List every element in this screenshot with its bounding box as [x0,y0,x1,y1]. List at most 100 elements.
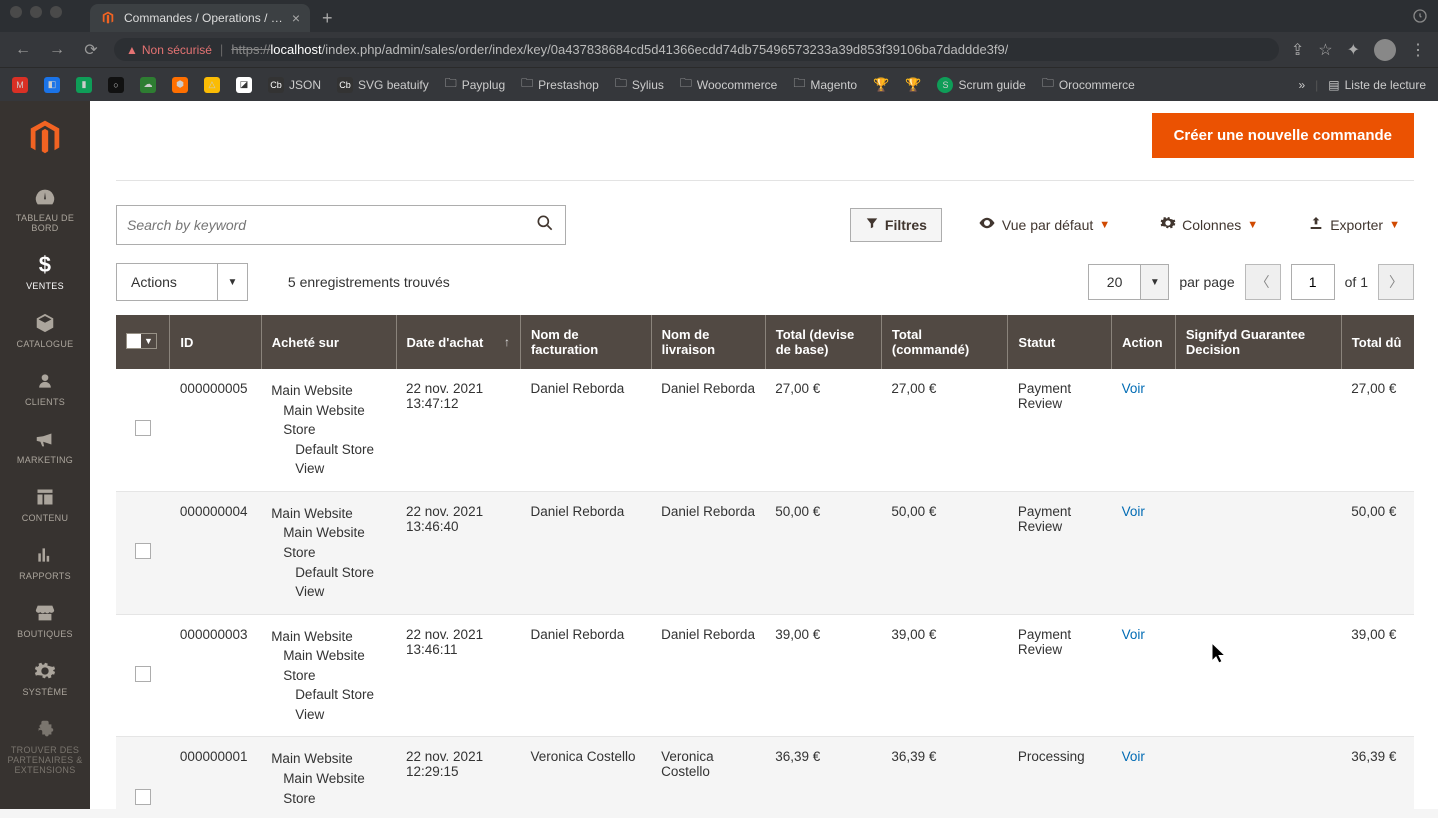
bookmark-folder[interactable]: 🗀Magento [793,74,857,95]
traffic-light-close[interactable] [10,6,22,18]
sidebar-item-label: CONTENU [22,513,69,523]
view-link[interactable]: Voir [1122,627,1145,642]
traffic-light-min[interactable] [30,6,42,18]
sidebar-item-label: TROUVER DES PARTENAIRES & EXTENSIONS [4,745,86,775]
sidebar-item-dollar[interactable]: $VENTES [0,243,90,301]
sidebar-item-stores[interactable]: BOUTIQUES [0,591,90,649]
bookmark-folder[interactable]: 🗀Payplug [445,74,505,95]
view-link[interactable]: Voir [1122,504,1145,519]
bookmark-item[interactable]: 🏆 [905,77,921,93]
cell-date: 22 nov. 2021 12:29:15 [396,737,520,809]
sidebar-item-bars[interactable]: RAPPORTS [0,533,90,591]
table-row[interactable]: 000000003Main WebsiteMain Website StoreD… [116,614,1414,737]
row-checkbox[interactable] [135,420,151,436]
sidebar-item-puzzle[interactable]: TROUVER DES PARTENAIRES & EXTENSIONS [0,707,90,785]
page-input[interactable] [1291,264,1335,300]
browser-tab[interactable]: Commandes / Operations / Sal × [90,4,310,32]
records-found: 5 enregistrements trouvés [288,274,450,290]
col-id[interactable]: ID [170,315,261,369]
bookmark-item[interactable]: 🏆 [873,77,889,93]
cell-id: 000000004 [170,491,261,614]
prev-page-button[interactable]: 〈 [1245,264,1281,300]
back-icon[interactable]: ← [12,39,34,61]
bookmark-folder[interactable]: 🗀Prestashop [521,74,599,95]
bookmark-item[interactable]: M [12,77,28,93]
col-total-base[interactable]: Total (devise de base) [765,315,881,369]
funnel-icon [865,216,879,234]
cell-due: 50,00 € [1341,491,1414,614]
per-page-dropdown[interactable]: 20 ▼ [1088,264,1170,300]
col-purchase-date[interactable]: Date d'achat↑ [396,315,520,369]
col-action[interactable]: Action [1112,315,1176,369]
share-icon[interactable]: ⇪ [1291,40,1304,60]
url-bar[interactable]: ▲ Non sécurisé | https://localhost/index… [114,38,1279,61]
main-content: Créer une nouvelle commande Filtres [90,101,1438,809]
table-row[interactable]: 000000004Main WebsiteMain Website StoreD… [116,491,1414,614]
row-checkbox[interactable] [135,789,151,805]
sidebar-item-layout[interactable]: CONTENU [0,475,90,533]
export-label: Exporter [1330,217,1383,233]
filters-button[interactable]: Filtres [850,208,942,242]
kebab-menu-icon[interactable]: ⋮ [1410,40,1426,60]
bookmark-item[interactable]: ⬢ [172,77,188,93]
mass-actions-dropdown[interactable]: Actions ▼ [116,263,248,301]
reload-icon[interactable]: ⟳ [80,39,102,61]
bookmark-item[interactable]: ☁ [140,77,156,93]
row-checkbox[interactable] [135,543,151,559]
col-purchase-point[interactable]: Acheté sur [261,315,396,369]
new-tab-button[interactable]: + [322,8,333,29]
columns-button[interactable]: Colonnes ▼ [1146,208,1272,242]
search-input[interactable] [127,217,535,233]
sidebar-item-person[interactable]: CLIENTS [0,359,90,417]
view-link[interactable]: Voir [1122,381,1145,396]
reading-list-button[interactable]: ▤ Liste de lecture [1328,78,1426,92]
view-link[interactable]: Voir [1122,749,1145,764]
sidebar-item-label: VENTES [26,281,64,291]
bookmark-item[interactable]: CbSVG beatuify [337,77,429,93]
select-all-header[interactable]: ▼ [116,315,170,369]
table-row[interactable]: 000000001Main WebsiteMain Website StoreD… [116,737,1414,809]
bookmark-item[interactable]: ○ [108,77,124,93]
col-total-due[interactable]: Total dû [1341,315,1414,369]
bookmark-item[interactable]: CbJSON [268,77,321,93]
bookmark-folder[interactable]: 🗀Orocommerce [1042,74,1135,95]
create-order-button[interactable]: Créer une nouvelle commande [1152,113,1414,158]
profile-avatar[interactable] [1374,39,1396,61]
search-box[interactable] [116,205,566,245]
row-checkbox[interactable] [135,666,151,682]
col-bill-to[interactable]: Nom de facturation [520,315,651,369]
col-status[interactable]: Statut [1008,315,1112,369]
bookmark-item[interactable]: SScrum guide [937,77,1025,93]
sidebar-item-gear[interactable]: SYSTÈME [0,649,90,707]
forward-icon[interactable]: → [46,39,68,61]
cell-status: Payment Review [1008,369,1112,491]
extensions-icon[interactable]: ✦ [1347,40,1360,60]
col-ship-to[interactable]: Nom de livraison [651,315,765,369]
export-button[interactable]: Exporter ▼ [1294,208,1414,242]
magento-logo-icon[interactable] [26,119,64,157]
tab-close-icon[interactable]: × [292,10,300,26]
star-icon[interactable]: ☆ [1318,40,1332,60]
traffic-light-max[interactable] [50,6,62,18]
bookmark-item[interactable]: ▮ [76,77,92,93]
next-page-button[interactable]: 〉 [1378,264,1414,300]
sidebar-item-cube[interactable]: CATALOGUE [0,301,90,359]
sidebar-item-megaphone[interactable]: MARKETING [0,417,90,475]
table-row[interactable]: 000000005Main WebsiteMain Website StoreD… [116,369,1414,491]
folder-icon: 🗀 [1042,74,1054,95]
bookmark-item[interactable]: △ [204,77,220,93]
chrome-menu-icon[interactable] [1412,8,1428,29]
col-signifyd[interactable]: Signifyd Guarantee Decision [1175,315,1341,369]
cell-store: Main WebsiteMain Website StoreDefault St… [261,369,396,491]
sidebar-item-speedometer[interactable]: TABLEAU DE BORD [0,175,90,243]
col-total-purchased[interactable]: Total (commandé) [881,315,1008,369]
bookmarks-overflow[interactable]: » [1298,78,1305,92]
bookmark-item[interactable]: ◧ [44,77,60,93]
default-view-button[interactable]: Vue par défaut ▼ [964,207,1124,243]
bookmarks-bar: M ◧ ▮ ○ ☁ ⬢ △ ◪ CbJSON CbSVG beatuify 🗀P… [0,67,1438,101]
bookmark-item[interactable]: ◪ [236,77,252,93]
search-icon[interactable] [535,213,555,238]
bookmark-folder[interactable]: 🗀Woocommerce [680,74,777,95]
bookmark-folder[interactable]: 🗀Sylius [615,74,664,95]
cell-due: 36,39 € [1341,737,1414,809]
